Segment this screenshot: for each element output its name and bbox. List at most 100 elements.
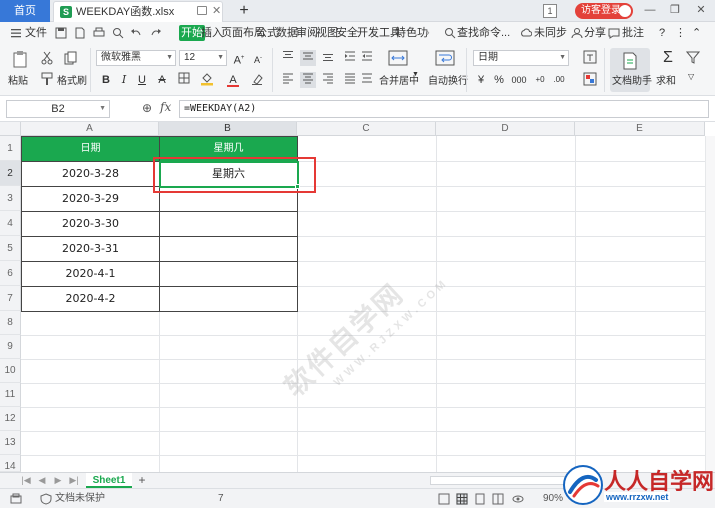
type-convert-icon[interactable]	[582, 50, 598, 66]
strikethrough-icon[interactable]: A	[154, 72, 170, 88]
row-header-5[interactable]: 5	[0, 236, 21, 261]
sum-icon[interactable]: Σ	[660, 50, 676, 66]
cloud-sync-icon[interactable]	[520, 27, 533, 39]
menu-view[interactable]: 视图	[316, 22, 338, 44]
row-header-13[interactable]: 13	[0, 431, 21, 455]
eye-protect-icon[interactable]	[438, 493, 450, 505]
cell-a1[interactable]: 日期	[21, 136, 160, 162]
next-sheet-icon[interactable]: ▶	[52, 474, 64, 486]
column-header-b[interactable]: B	[159, 122, 297, 136]
row-header-10[interactable]: 10	[0, 359, 21, 383]
column-header-e[interactable]: E	[575, 122, 705, 136]
increase-font-icon[interactable]: A+	[231, 50, 247, 67]
window-count-badge[interactable]: 1	[543, 4, 557, 18]
cell-b5[interactable]	[159, 236, 298, 262]
bold-icon[interactable]: B	[98, 72, 114, 88]
format-painter-icon[interactable]	[40, 72, 54, 86]
merge-center-icon[interactable]	[388, 50, 408, 66]
protection-status[interactable]: 文档未保护	[55, 489, 105, 508]
column-header-c[interactable]: C	[297, 122, 436, 136]
paste-icon[interactable]	[11, 50, 29, 68]
borders-icon[interactable]	[176, 72, 192, 88]
close-tab-icon[interactable]: ✕	[212, 5, 221, 17]
hamburger-icon[interactable]	[10, 27, 22, 39]
command-search[interactable]: 查找命令...	[457, 22, 510, 44]
cell-b4[interactable]	[159, 211, 298, 237]
decrease-font-icon[interactable]: A-	[250, 50, 266, 66]
align-bottom-icon[interactable]	[320, 50, 336, 66]
share-button[interactable]: 分享	[584, 22, 606, 44]
conditional-format-icon[interactable]	[582, 72, 598, 88]
menu-special[interactable]: 特色功	[395, 22, 428, 44]
sync-status[interactable]: 未同步	[534, 22, 567, 44]
comment-button[interactable]: 批注	[622, 22, 644, 44]
currency-icon[interactable]: ¥	[473, 72, 489, 88]
normal-view-icon[interactable]	[456, 493, 468, 505]
login-button[interactable]: 访客登录	[575, 3, 633, 19]
align-right-icon[interactable]	[320, 72, 336, 88]
chevron-down-icon[interactable]: ▼	[412, 71, 419, 78]
row-header-6[interactable]: 6	[0, 261, 21, 286]
distribute-icon[interactable]	[359, 72, 375, 88]
clear-format-icon[interactable]	[249, 72, 265, 88]
row-header-11[interactable]: 11	[0, 383, 21, 407]
indent-increase-icon[interactable]	[359, 50, 375, 66]
cell-a5[interactable]: 2020-3-31	[21, 236, 160, 262]
cell-b6[interactable]	[159, 261, 298, 287]
zoom-formula-icon[interactable]: ⊕	[142, 101, 152, 115]
row-header-14[interactable]: 14	[0, 455, 21, 472]
share-icon[interactable]	[571, 27, 583, 39]
save-icon[interactable]	[55, 27, 67, 39]
last-sheet-icon[interactable]: ▶|	[68, 474, 80, 486]
add-sheet-button[interactable]: +	[136, 473, 148, 488]
menu-data[interactable]: 数据	[276, 22, 298, 44]
decrease-decimal-icon[interactable]: .00	[551, 72, 567, 88]
undo-icon[interactable]	[130, 27, 142, 39]
cell-a3[interactable]: 2020-3-29	[21, 186, 160, 212]
indent-decrease-icon[interactable]	[342, 50, 358, 66]
menu-scroll-right[interactable]: ›	[426, 22, 430, 44]
comment-icon[interactable]	[608, 27, 620, 39]
copy-icon[interactable]	[64, 51, 78, 65]
align-middle-icon[interactable]	[300, 50, 316, 66]
more-icon[interactable]: ⋮	[675, 22, 686, 44]
fill-color-icon[interactable]	[199, 72, 215, 88]
spreadsheet-grid[interactable]: A B C D E 1 2 3 4 5 6 7 8 9 10 11 12 13 …	[0, 122, 715, 472]
menu-review[interactable]: 审阅	[296, 22, 318, 44]
font-color-icon[interactable]: A	[225, 72, 241, 88]
format-painter-button[interactable]: 格式刷	[57, 72, 87, 87]
cell-b7[interactable]	[159, 286, 298, 312]
align-top-icon[interactable]	[280, 50, 296, 66]
wrap-text-button[interactable]: 自动换行	[428, 72, 468, 87]
row-header-12[interactable]: 12	[0, 407, 21, 431]
row-header-8[interactable]: 8	[0, 311, 21, 335]
column-header-a[interactable]: A	[21, 122, 159, 136]
cell-a2[interactable]: 2020-3-28	[21, 161, 160, 187]
horizontal-scrollbar[interactable]	[430, 476, 580, 485]
menu-file[interactable]: 文件	[25, 22, 47, 44]
export-pdf-icon[interactable]	[74, 27, 86, 39]
cell-a7[interactable]: 2020-4-2	[21, 286, 160, 312]
row-header-2[interactable]: 2	[0, 161, 21, 186]
italic-icon[interactable]: I	[116, 72, 132, 88]
print-preview-icon[interactable]	[112, 27, 124, 39]
page-layout-icon[interactable]	[474, 493, 486, 505]
row-header-1[interactable]: 1	[0, 136, 21, 161]
new-tab-button[interactable]: +	[234, 0, 254, 22]
close-window-icon[interactable]: ✕	[688, 0, 714, 22]
thousands-icon[interactable]: 000	[509, 72, 529, 88]
select-all-corner[interactable]	[0, 122, 21, 136]
number-format-select[interactable]: 日期 ▼	[473, 50, 569, 66]
paste-button[interactable]: 粘贴	[8, 72, 28, 87]
first-sheet-icon[interactable]: |◀	[20, 474, 32, 486]
search-icon[interactable]	[444, 27, 456, 39]
cell-a4[interactable]: 2020-3-30	[21, 211, 160, 237]
filter-button[interactable]: ▽	[688, 72, 694, 81]
cell-a6[interactable]: 2020-4-1	[21, 261, 160, 287]
restore-icon[interactable]: ❐	[662, 0, 688, 22]
cut-icon[interactable]	[40, 51, 54, 65]
align-center-icon[interactable]	[300, 72, 316, 88]
document-tab[interactable]: S WEEKDAY函数.xlsx ✕	[53, 1, 223, 22]
insert-function-icon[interactable]: fx	[160, 100, 171, 114]
sheet-tab-sheet1[interactable]: Sheet1	[86, 473, 132, 488]
